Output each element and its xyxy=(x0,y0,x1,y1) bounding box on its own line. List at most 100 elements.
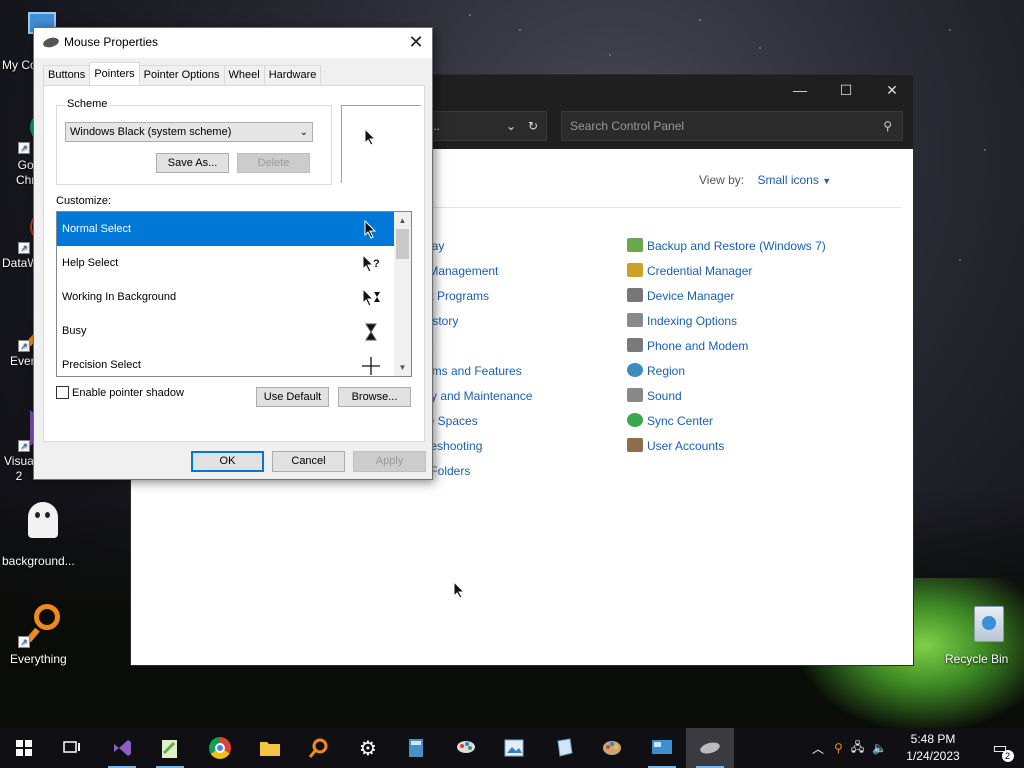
close-icon[interactable]: ✕ xyxy=(400,28,432,58)
network-icon[interactable]: 🖧 xyxy=(851,738,864,759)
volume-icon[interactable]: 🔈 xyxy=(872,741,887,755)
cp-item-user-accounts[interactable]: User Accounts xyxy=(627,437,826,462)
backup-icon xyxy=(627,238,643,252)
caret-down-icon: ▼ xyxy=(822,176,832,186)
cp-item[interactable]: bleshooting xyxy=(421,437,532,462)
list-item[interactable]: Precision Select xyxy=(57,348,411,376)
list-item[interactable]: Busy xyxy=(57,314,411,348)
tab-buttons[interactable]: Buttons xyxy=(43,65,91,85)
tab-wheel[interactable]: Wheel xyxy=(223,65,265,85)
list-scrollbar[interactable]: ▲ ▼ xyxy=(394,212,411,376)
desktop-icon-background[interactable]: background... xyxy=(0,500,78,568)
use-default-button[interactable]: Use Default xyxy=(256,387,329,407)
dialog-titlebar[interactable]: Mouse Properties ✕ xyxy=(34,28,432,58)
cp-item[interactable]: History xyxy=(421,312,532,337)
paint-palette-icon[interactable] xyxy=(588,728,636,768)
scroll-up-icon[interactable]: ▲ xyxy=(394,212,411,229)
search-input[interactable]: Search Control Panel ⚲ xyxy=(561,111,903,141)
cp-item-device-manager[interactable]: Device Manager xyxy=(627,287,826,312)
mouse-icon[interactable] xyxy=(686,728,734,768)
view-by-label: View by: xyxy=(699,173,745,187)
enable-pointer-shadow-checkbox[interactable]: Enable pointer shadow xyxy=(56,386,184,399)
paint-icon[interactable] xyxy=(442,728,490,768)
settings-icon[interactable]: ⚙ xyxy=(344,728,392,768)
cp-item[interactable]: k Folders xyxy=(421,462,532,487)
desktop-icon-label: Ever xyxy=(10,354,35,368)
minimize-icon[interactable]: — xyxy=(777,75,823,107)
scroll-thumb[interactable] xyxy=(396,229,409,259)
recycle-bin-icon xyxy=(952,602,1004,648)
notepad-icon[interactable] xyxy=(540,728,588,768)
mouse-pointer-icon xyxy=(453,581,465,599)
scroll-down-icon[interactable]: ▼ xyxy=(394,359,411,376)
clock[interactable]: 5:48 PM 1/24/2023 xyxy=(898,731,968,765)
close-icon[interactable]: ✕ xyxy=(869,75,915,107)
working-cursor-icon xyxy=(362,288,380,307)
desktop-icon-recycle-bin[interactable]: Recycle Bin xyxy=(936,602,1014,666)
view-by: View by: Small icons ▼ xyxy=(699,173,831,187)
picture-viewer-icon[interactable] xyxy=(490,728,538,768)
tab-pointers[interactable]: Pointers xyxy=(89,62,140,85)
notification-icon[interactable]: ▭ 2 xyxy=(976,728,1024,768)
hourglass-cursor-icon xyxy=(365,323,377,341)
scheme-select[interactable]: Windows Black (system scheme) ⌄ xyxy=(65,122,313,142)
help-cursor-icon: ? xyxy=(362,254,380,273)
everything-search-icon[interactable] xyxy=(294,728,342,768)
cp-item-credential-manager[interactable]: Credential Manager xyxy=(627,262,826,287)
taskbar: ⚙ ︿ ⚲ 🖧 🔈 5:48 PM 1/24/2023 ▭ 2 xyxy=(0,728,1024,768)
browse-button[interactable]: Browse... xyxy=(338,387,411,407)
tab-pointer-options[interactable]: Pointer Options xyxy=(138,65,225,85)
cp-item[interactable]: rity and Maintenance xyxy=(421,387,532,412)
desktop-icon-everything-2[interactable]: ↗ Everything xyxy=(0,602,78,666)
desktop-icon-label: Recycle Bin xyxy=(945,652,1009,666)
apply-button[interactable]: Apply xyxy=(353,451,426,472)
list-item[interactable]: Normal Select xyxy=(57,212,411,246)
address-field[interactable]: ... ⌄ ↻ xyxy=(421,111,547,141)
visual-studio-icon[interactable] xyxy=(98,728,146,768)
save-as-button[interactable]: Save As... xyxy=(156,153,229,173)
view-by-dropdown[interactable]: Small icons ▼ xyxy=(757,173,831,187)
refresh-icon[interactable]: ↻ xyxy=(528,112,538,140)
pointers-tab-page: Scheme Windows Black (system scheme) ⌄ S… xyxy=(43,85,425,442)
sync-icon xyxy=(627,413,643,427)
control-panel-right-column: Backup and Restore (Windows 7) Credentia… xyxy=(627,237,826,462)
cp-item-sound[interactable]: Sound xyxy=(627,387,826,412)
start-icon[interactable] xyxy=(0,728,48,768)
system-tray: ︿ ⚲ 🖧 🔈 xyxy=(812,728,887,768)
cp-item[interactable]: rams and Features xyxy=(421,362,532,387)
mouse-properties-dialog[interactable]: Mouse Properties ✕ Buttons Pointers Poin… xyxy=(33,27,433,480)
list-item[interactable]: Help Select ? xyxy=(57,246,411,280)
cp-item-sync-center[interactable]: Sync Center xyxy=(627,412,826,437)
notepad-plus-icon[interactable] xyxy=(146,728,194,768)
checkbox-box[interactable] xyxy=(56,386,69,399)
maximize-icon[interactable]: ☐ xyxy=(823,75,869,107)
cancel-button[interactable]: Cancel xyxy=(272,451,345,472)
cp-item-indexing-options[interactable]: Indexing Options xyxy=(627,312,826,337)
cp-item-region[interactable]: Region xyxy=(627,362,826,387)
cp-item-backup-restore[interactable]: Backup and Restore (Windows 7) xyxy=(627,237,826,262)
file-explorer-icon[interactable] xyxy=(246,728,294,768)
scheme-groupbox: Scheme xyxy=(56,98,332,185)
everything-tray-icon[interactable]: ⚲ xyxy=(834,741,843,755)
pointer-list[interactable]: Normal Select Help Select ? Working In B… xyxy=(56,211,412,377)
cp-item[interactable]: ge Spaces xyxy=(421,412,532,437)
list-item[interactable]: Working In Background xyxy=(57,280,411,314)
cp-item[interactable]: se xyxy=(421,337,532,362)
cp-item[interactable]: r Management xyxy=(421,262,532,287)
shortcut-arrow-icon: ↗ xyxy=(18,142,30,154)
cp-item[interactable]: Play xyxy=(421,237,532,262)
delete-button[interactable]: Delete xyxy=(237,153,310,173)
mouse-icon xyxy=(42,36,60,49)
ok-button[interactable]: OK xyxy=(191,451,264,472)
chevron-up-icon[interactable]: ︿ xyxy=(812,740,824,757)
control-panel-icon[interactable] xyxy=(638,728,686,768)
tab-hardware[interactable]: Hardware xyxy=(263,65,322,85)
arrow-cursor-icon xyxy=(364,220,377,239)
cp-item[interactable]: ult Programs xyxy=(421,287,532,312)
chrome-icon[interactable] xyxy=(196,728,244,768)
chevron-down-icon[interactable]: ⌄ xyxy=(506,112,516,140)
customize-label: Customize: xyxy=(56,195,112,207)
calculator-icon[interactable] xyxy=(392,728,440,768)
cp-item-phone-modem[interactable]: Phone and Modem xyxy=(627,337,826,362)
task-view-icon[interactable] xyxy=(48,728,96,768)
